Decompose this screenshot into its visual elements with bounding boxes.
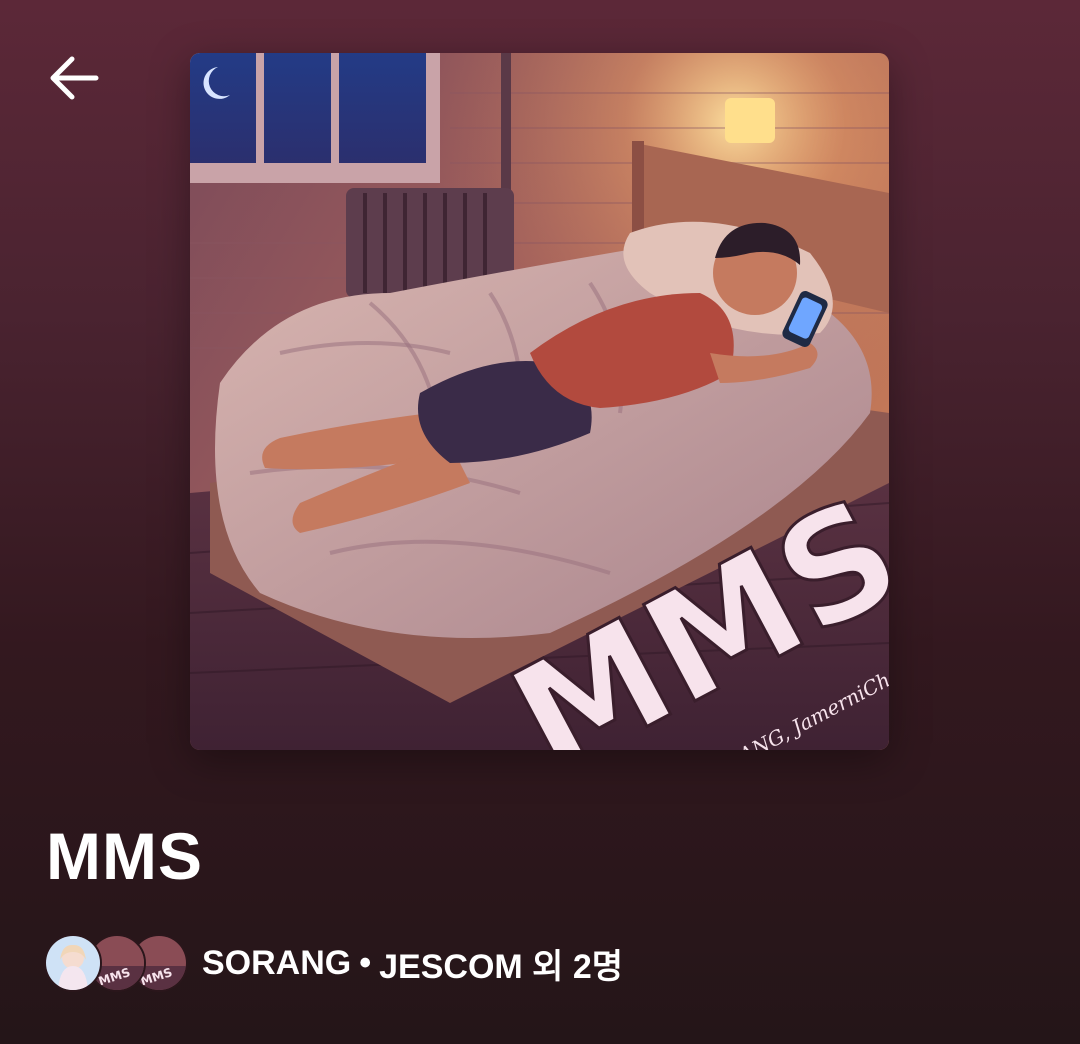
artist-avatars[interactable]: MMS MMS xyxy=(44,934,188,992)
artist-rest[interactable]: JESCOM 외 2명 xyxy=(379,939,623,988)
artist-primary[interactable]: SORANG xyxy=(202,944,351,983)
arrow-left-icon xyxy=(50,56,99,100)
artist-separator: • xyxy=(359,943,372,982)
back-button[interactable] xyxy=(40,44,108,112)
avatar-sorang[interactable] xyxy=(44,934,102,992)
album-cover: MMS JESCOM, SORANG, JamerniChoi, Cenopus xyxy=(190,53,889,750)
page-title: MMS xyxy=(46,819,203,893)
artist-names[interactable]: SORANG • JESCOM 외 2명 xyxy=(202,939,623,988)
artist-row[interactable]: MMS MMS SORANG • JESCOM 외 2명 xyxy=(44,934,623,992)
